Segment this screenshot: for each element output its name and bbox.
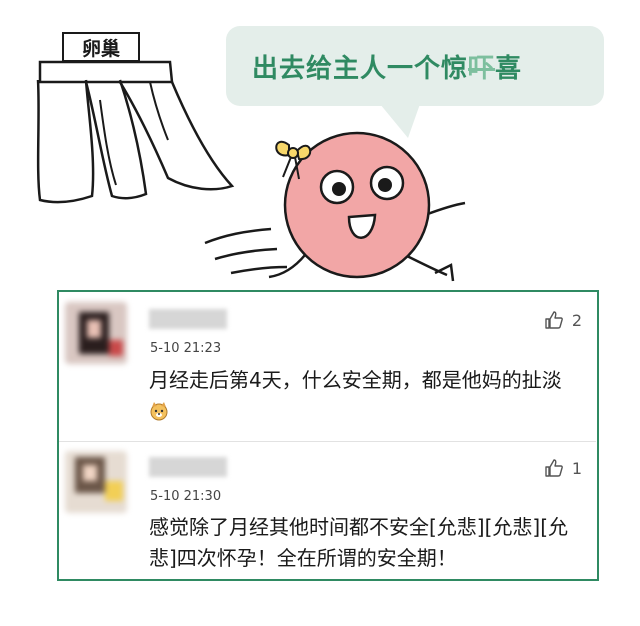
comment-card: 5-10 21:23 2 月经走后第4天，什么安全期，都是他妈的扯淡 5-10 … bbox=[57, 290, 599, 581]
ovary-sign: 卵巢 bbox=[62, 32, 140, 62]
comment-item: 5-10 21:23 2 月经走后第4天，什么安全期，都是他妈的扯淡 bbox=[59, 292, 596, 442]
thumbs-up-icon bbox=[545, 311, 563, 329]
bubble-text-struck: 吓 bbox=[468, 54, 496, 84]
bubble-text-after: 喜 bbox=[495, 54, 523, 84]
comment-text: 感觉除了月经其他时间都不安全[允悲][允悲][允悲]四次怀孕！全在所谓的安全期！ bbox=[149, 515, 569, 570]
username-blurred[interactable] bbox=[149, 309, 227, 329]
comment-time: 5-10 21:30 bbox=[150, 489, 222, 504]
illustration: 卵巢 出去给主人一个惊吓喜 bbox=[0, 0, 640, 290]
comment-item: 5-10 21:30 1 感觉除了月经其他时间都不安全[允悲][允悲][允悲]四… bbox=[59, 442, 596, 578]
like-count: 1 bbox=[571, 458, 582, 478]
username-blurred[interactable] bbox=[149, 457, 227, 477]
avatar[interactable] bbox=[65, 302, 127, 364]
egg-character bbox=[204, 131, 466, 282]
comment-time: 5-10 21:23 bbox=[150, 341, 222, 356]
like-count: 2 bbox=[571, 310, 582, 330]
comment-text-content: 月经走后第4天，什么安全期，都是他妈的扯淡 bbox=[149, 368, 562, 392]
bubble-text-before: 出去给主人一个惊 bbox=[252, 54, 469, 84]
avatar[interactable] bbox=[65, 451, 127, 513]
like-button[interactable]: 1 bbox=[544, 458, 582, 478]
dog-face-emoji-icon bbox=[150, 402, 168, 421]
like-button[interactable]: 2 bbox=[544, 310, 582, 330]
speech-bubble-text: 出去给主人一个惊吓喜 bbox=[252, 48, 522, 85]
thumbs-up-icon bbox=[545, 459, 563, 477]
speech-bubble: 出去给主人一个惊吓喜 bbox=[226, 26, 604, 106]
comment-text: 月经走后第4天，什么安全期，都是他妈的扯淡 bbox=[149, 365, 569, 427]
